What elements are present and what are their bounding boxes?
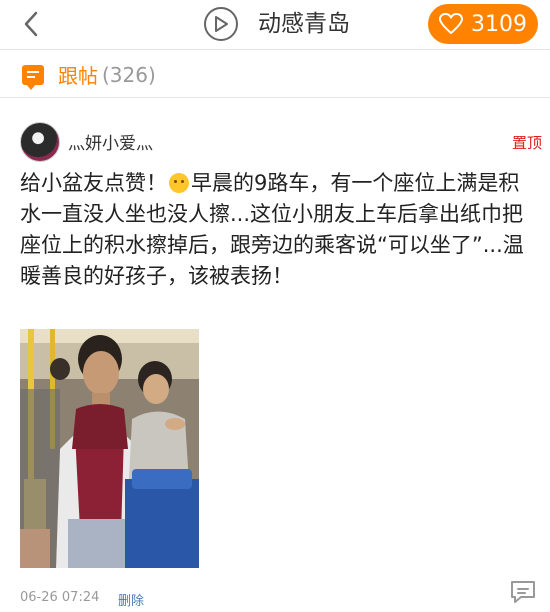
comment-bubble-icon	[22, 64, 44, 90]
play-button[interactable]	[204, 7, 238, 41]
chevron-left-icon	[24, 11, 38, 37]
heart-icon	[439, 13, 463, 34]
post-text: 给小盆友点赞！ 早晨的9路车，有一个座位上满是积水一直没人坐也没人擦...这位小朋…	[20, 168, 540, 292]
like-button[interactable]: 3109	[428, 4, 538, 44]
replies-header: 跟帖 (326)	[0, 52, 550, 98]
back-button[interactable]	[14, 7, 48, 41]
grin-emoji-icon	[169, 173, 189, 193]
post-time: 06-26 07:24	[20, 590, 100, 605]
replies-count: (326)	[102, 62, 156, 87]
post-photo[interactable]	[20, 329, 199, 568]
comment-icon	[511, 581, 535, 603]
comment-button[interactable]	[508, 578, 538, 606]
replies-label: 跟帖	[58, 64, 98, 88]
like-count: 3109	[471, 11, 527, 37]
pinned-badge: 置顶	[511, 134, 542, 152]
post-text-part-1: 给小盆友点赞！	[20, 171, 167, 195]
username[interactable]: 灬妍小爱灬	[68, 129, 153, 154]
delete-link[interactable]: 删除	[118, 590, 144, 609]
avatar[interactable]	[20, 122, 60, 162]
top-bar: 动感青岛 3109	[0, 0, 550, 50]
page-title: 动感青岛	[258, 11, 350, 37]
bus-passengers-image	[20, 329, 199, 568]
play-circle-icon	[215, 16, 228, 32]
